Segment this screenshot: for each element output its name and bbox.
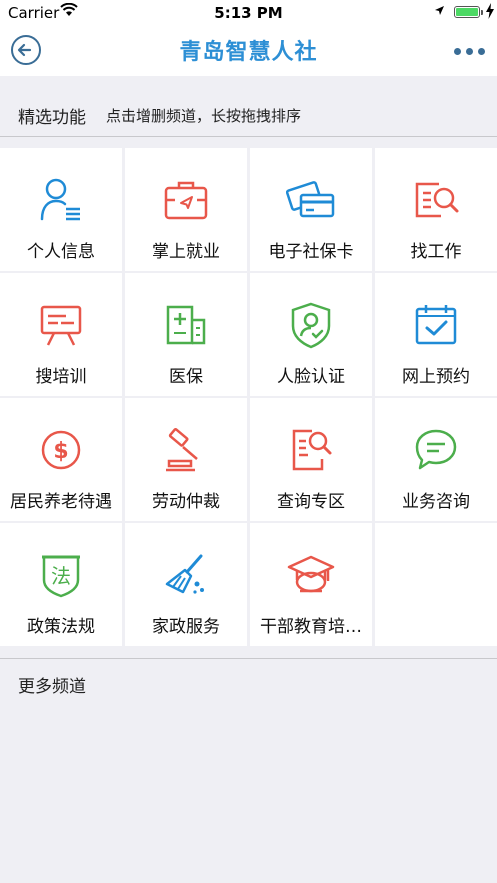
svg-text:法: 法 (51, 564, 71, 588)
charging-bolt-icon (486, 3, 494, 19)
grid-item-label: 人脸认证 (277, 367, 345, 387)
grid-item-label: 个人信息 (27, 242, 95, 262)
grid-item-label: 医保 (169, 367, 203, 387)
briefcase-icon (164, 181, 208, 220)
law-icon: 法 (42, 555, 80, 598)
grid-item-query-zone[interactable]: 查询专区 (250, 398, 372, 521)
person-info-icon (40, 178, 80, 221)
status-bar: Carrier 5:13 PM (0, 0, 497, 26)
grid-item-search-training[interactable]: 搜培训 (0, 273, 122, 396)
chat-icon (415, 429, 457, 470)
grid-item-labor-arbitration[interactable]: 劳动仲裁 (125, 398, 247, 521)
svg-text:$: $ (53, 439, 68, 464)
featured-section-header: 精选功能 点击增删频道，长按拖拽排序 (0, 92, 497, 140)
grid-item-mobile-employment[interactable]: 掌上就业 (125, 148, 247, 271)
battery-tip (481, 10, 483, 15)
grid-item-label: 掌上就业 (152, 242, 220, 262)
nav-bar: 青岛智慧人社 (0, 26, 497, 76)
grid-item-label: 网上预约 (402, 367, 470, 387)
grid-item-label: 政策法规 (27, 617, 95, 637)
location-arrow-icon (435, 6, 444, 15)
grid-item-label: 业务咨询 (402, 492, 470, 512)
grid-item-label: 劳动仲裁 (152, 492, 220, 512)
face-shield-icon (291, 302, 331, 349)
grid-item-label: 干部教育培… (260, 617, 362, 637)
card-icon (286, 181, 335, 218)
hospital-icon (166, 305, 206, 345)
grid-item-e-social-card[interactable]: 电子社保卡 (250, 148, 372, 271)
grid-empty-cell (375, 523, 497, 646)
grid-item-policies[interactable]: 法 政策法规 (0, 523, 122, 646)
grid-item-label: 搜培训 (35, 367, 87, 387)
grid-item-medical-insurance[interactable]: 医保 (125, 273, 247, 396)
search-doc-icon (415, 182, 459, 218)
broom-icon (165, 554, 204, 594)
battery-icon (454, 6, 480, 18)
grid-item-label: 家政服务 (152, 617, 220, 637)
grid-item-online-appointment[interactable]: 网上预约 (375, 273, 497, 396)
grid-item-housekeeping[interactable]: 家政服务 (125, 523, 247, 646)
gavel-icon (166, 427, 198, 472)
more-menu-icon[interactable] (454, 48, 485, 55)
grid-item-label: 查询专区 (277, 492, 345, 512)
status-time: 5:13 PM (214, 4, 283, 22)
grid-item-label: 找工作 (410, 242, 462, 262)
grid-item-personal-info[interactable]: 个人信息 (0, 148, 122, 271)
grid-item-face-verification[interactable]: 人脸认证 (250, 273, 372, 396)
grid-item-label: 电子社保卡 (268, 242, 354, 262)
divider (0, 136, 497, 137)
divider (0, 658, 497, 659)
featured-section-hint: 点击增删频道，长按拖拽排序 (106, 107, 302, 125)
page-title: 青岛智慧人社 (179, 40, 318, 65)
featured-grid: 个人信息 掌上就业 电子社保卡 找工作 搜培训 医保 人脸认证 网上预约 $ 居… (0, 148, 497, 646)
grid-item-label: 居民养老待遇 (10, 492, 112, 512)
dollar-icon: $ (41, 430, 81, 470)
calendar-check-icon (415, 305, 457, 345)
training-board-icon (40, 305, 82, 346)
grid-item-business-consultation[interactable]: 业务咨询 (375, 398, 497, 521)
grid-item-find-job[interactable]: 找工作 (375, 148, 497, 271)
graduation-cap-icon (287, 555, 335, 593)
grid-item-pension[interactable]: $ 居民养老待遇 (0, 398, 122, 521)
more-channels-title: 更多频道 (18, 677, 86, 697)
grid-item-cadre-education[interactable]: 干部教育培… (250, 523, 372, 646)
featured-section-title: 精选功能 (18, 108, 86, 128)
doc-search-icon (292, 429, 332, 471)
